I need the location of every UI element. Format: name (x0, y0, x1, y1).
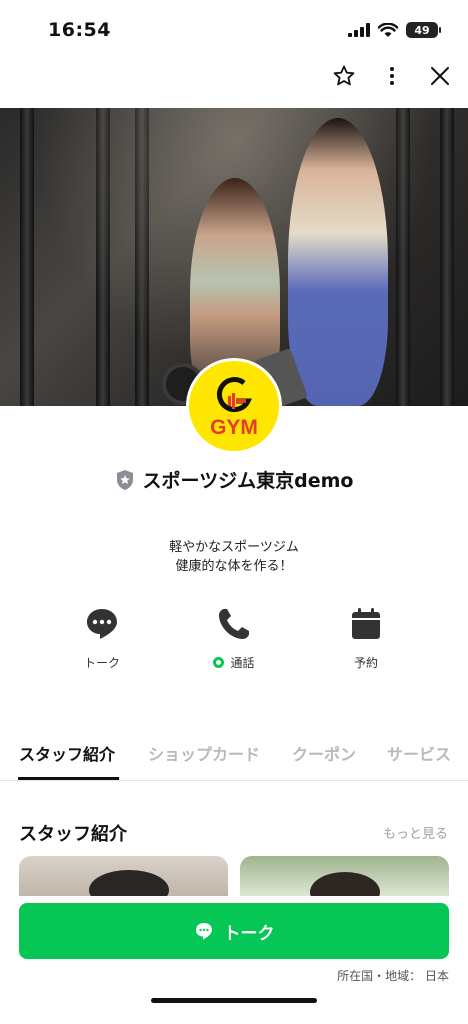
chat-bubble-icon (195, 923, 212, 940)
close-icon (431, 67, 449, 85)
profile-logo: GYM (186, 358, 282, 454)
talk-button[interactable]: トーク (19, 903, 449, 959)
dumbbell-g-logo-icon (216, 376, 252, 412)
call-action-label: 通話 (213, 654, 255, 671)
staff-card[interactable] (240, 856, 449, 896)
tab-staff[interactable]: スタッフ紹介 (19, 741, 115, 765)
profile-description: 軽やかなスポーツジム 健康的な体を作る！ (0, 538, 468, 576)
verified-badge-icon (116, 469, 133, 490)
more-options-button[interactable] (380, 64, 404, 88)
reserve-action-label: 予約 (353, 656, 378, 670)
chat-bubble-icon (87, 609, 117, 639)
call-action[interactable]: 通話 (189, 606, 279, 671)
region-text: 所在国・地域： 日本 (337, 969, 449, 983)
battery-icon: 49 (406, 22, 441, 38)
tab-shop-card[interactable]: ショップカード (148, 741, 260, 765)
account-name-row: スポーツジム東京demo (0, 466, 468, 493)
status-icons: 49 (348, 22, 441, 38)
talk-action-label: トーク (83, 656, 120, 670)
staff-card[interactable] (19, 856, 228, 896)
tab-service[interactable]: サービス (387, 741, 451, 765)
description-line-2: 健康的な体を作る！ (175, 559, 293, 574)
close-button[interactable] (428, 64, 452, 88)
tab-bar: スタッフ紹介 ショップカード クーポン サービス (0, 735, 468, 781)
status-bar: 16:54 49 (0, 0, 468, 60)
section-title: スタッフ紹介 (19, 824, 127, 845)
more-vertical-icon (390, 67, 394, 85)
favorite-button[interactable] (332, 64, 356, 88)
online-status-dot (213, 657, 225, 668)
talk-button-label: トーク (223, 923, 275, 944)
status-time: 16:54 (48, 19, 111, 41)
signal-icon (348, 23, 370, 37)
calendar-icon (352, 608, 380, 639)
talk-action[interactable]: トーク (57, 606, 147, 671)
description-line-1: 軽やかなスポーツジム (169, 540, 299, 555)
tab-coupon[interactable]: クーポン (292, 741, 356, 765)
account-name: スポーツジム東京demo (142, 470, 354, 492)
star-icon (333, 65, 355, 86)
reserve-action[interactable]: 予約 (321, 606, 411, 671)
phone-icon (219, 609, 249, 639)
wifi-icon (378, 22, 398, 37)
home-indicator (151, 998, 317, 1003)
see-more-link[interactable]: もっと見る (383, 823, 448, 842)
call-label-text: 通話 (230, 656, 255, 670)
logo-text: GYM (210, 415, 258, 439)
top-actions (332, 64, 452, 88)
active-tab-indicator (18, 777, 119, 780)
